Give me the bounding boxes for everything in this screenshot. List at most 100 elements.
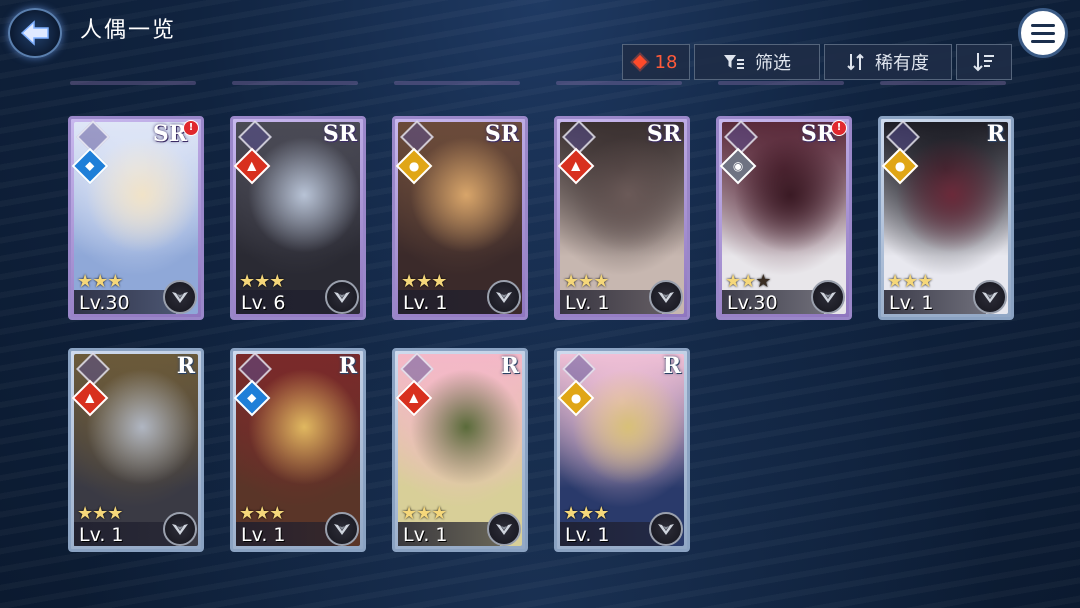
doll-level: Lv.30 xyxy=(727,292,778,314)
star-icon: ★ xyxy=(431,271,447,292)
doll-level: Lv. 1 xyxy=(79,524,124,546)
star-icon: ★ xyxy=(563,503,579,524)
star-icon: ★ xyxy=(593,271,609,292)
wing-emblem-icon xyxy=(325,512,359,546)
crystal-icon xyxy=(632,54,647,70)
doll-level: Lv.30 xyxy=(79,292,130,314)
rarity-label: R xyxy=(986,121,1005,147)
sort-arrows-icon xyxy=(847,53,864,71)
doll-level: Lv. 1 xyxy=(565,524,610,546)
doll-card[interactable]: ▲ R ★★★ Lv. 1 xyxy=(392,348,528,552)
ghost-tab xyxy=(394,81,520,85)
star-icon: ★ xyxy=(578,503,594,524)
ghost-tab xyxy=(880,81,1006,85)
currency-count: 18 xyxy=(654,51,678,73)
doll-level: Lv. 1 xyxy=(241,524,286,546)
ghost-tab xyxy=(70,81,196,85)
doll-card[interactable]: ◉ SR! ★★★ Lv.30 xyxy=(716,116,852,320)
currency-counter[interactable]: 18 xyxy=(622,44,690,80)
star-icon: ★ xyxy=(755,271,771,292)
doll-card[interactable]: ▲ SR ★★★ Lv. 1 xyxy=(554,116,690,320)
menu-line xyxy=(1031,39,1055,43)
doll-card[interactable]: ▲ R ★★★ Lv. 1 xyxy=(68,348,204,552)
star-icon: ★ xyxy=(77,503,93,524)
rarity-label: SR xyxy=(322,121,357,147)
wing-emblem-icon xyxy=(649,280,683,314)
ghost-tab xyxy=(232,81,358,85)
sort-order-button[interactable] xyxy=(956,44,1012,80)
doll-level: Lv. 1 xyxy=(565,292,610,314)
back-button[interactable] xyxy=(8,8,62,58)
wing-emblem-icon xyxy=(163,512,197,546)
star-rating: ★★★ xyxy=(239,503,285,524)
doll-card[interactable]: ● R ★★★ Lv. 1 xyxy=(554,348,690,552)
star-icon: ★ xyxy=(902,271,918,292)
rarity-label: R xyxy=(338,353,357,379)
doll-level: Lv. 6 xyxy=(241,292,286,314)
wing-emblem-icon xyxy=(163,280,197,314)
rarity-label: SR xyxy=(646,121,681,147)
star-rating: ★★★ xyxy=(401,503,447,524)
filter-button[interactable]: 筛选 xyxy=(694,44,820,80)
doll-card[interactable]: ◆ SR! ★★★ Lv.30 xyxy=(68,116,204,320)
star-icon: ★ xyxy=(254,503,270,524)
rarity-label: SR xyxy=(800,121,835,147)
page-title: 人偶一览 xyxy=(80,18,177,43)
doll-card[interactable]: ◆ R ★★★ Lv. 1 xyxy=(230,348,366,552)
rarity-label: SR xyxy=(152,121,187,147)
star-icon: ★ xyxy=(593,503,609,524)
star-icon: ★ xyxy=(107,271,123,292)
star-rating: ★★★ xyxy=(887,271,933,292)
star-icon: ★ xyxy=(431,503,447,524)
star-icon: ★ xyxy=(887,271,903,292)
star-icon: ★ xyxy=(563,271,579,292)
star-icon: ★ xyxy=(254,271,270,292)
rarity-label: R xyxy=(662,353,681,379)
star-icon: ★ xyxy=(416,503,432,524)
star-rating: ★★★ xyxy=(77,271,123,292)
ghost-tab xyxy=(556,81,682,85)
star-rating: ★★★ xyxy=(401,271,447,292)
star-icon: ★ xyxy=(578,271,594,292)
star-icon: ★ xyxy=(92,271,108,292)
sort-label: 稀有度 xyxy=(875,53,929,74)
toolbar: 18 筛选 稀有度 xyxy=(622,44,1012,80)
star-rating: ★★★ xyxy=(563,503,609,524)
wing-emblem-icon xyxy=(487,280,521,314)
doll-card[interactable]: ● R ★★★ Lv. 1 xyxy=(878,116,1014,320)
star-rating: ★★★ xyxy=(725,271,771,292)
star-icon: ★ xyxy=(107,503,123,524)
sort-descending-icon xyxy=(973,53,994,72)
wing-emblem-icon xyxy=(811,280,845,314)
wing-emblem-icon xyxy=(649,512,683,546)
wing-emblem-icon xyxy=(325,280,359,314)
star-icon: ★ xyxy=(416,271,432,292)
star-icon: ★ xyxy=(269,503,285,524)
wing-emblem-icon xyxy=(973,280,1007,314)
doll-card[interactable]: ▲ SR ★★★ Lv. 6 xyxy=(230,116,366,320)
sort-rarity-button[interactable]: 稀有度 xyxy=(824,44,952,80)
star-rating: ★★★ xyxy=(77,503,123,524)
star-icon: ★ xyxy=(269,271,285,292)
doll-level: Lv. 1 xyxy=(403,524,448,546)
star-rating: ★★★ xyxy=(563,271,609,292)
star-icon: ★ xyxy=(239,503,255,524)
star-icon: ★ xyxy=(92,503,108,524)
menu-button[interactable] xyxy=(1018,8,1068,58)
doll-level: Lv. 1 xyxy=(889,292,934,314)
star-icon: ★ xyxy=(401,271,417,292)
filter-label: 筛选 xyxy=(755,53,791,74)
wing-emblem-icon xyxy=(487,512,521,546)
doll-card[interactable]: ● SR ★★★ Lv. 1 xyxy=(392,116,528,320)
alert-badge-icon: ! xyxy=(831,120,847,136)
doll-level: Lv. 1 xyxy=(403,292,448,314)
star-icon: ★ xyxy=(239,271,255,292)
rarity-label: SR xyxy=(484,121,519,147)
rarity-label: R xyxy=(500,353,519,379)
back-arrow-icon xyxy=(20,20,49,46)
star-icon: ★ xyxy=(740,271,756,292)
alert-badge-icon: ! xyxy=(183,120,199,136)
star-icon: ★ xyxy=(725,271,741,292)
star-icon: ★ xyxy=(401,503,417,524)
menu-line xyxy=(1031,31,1055,35)
